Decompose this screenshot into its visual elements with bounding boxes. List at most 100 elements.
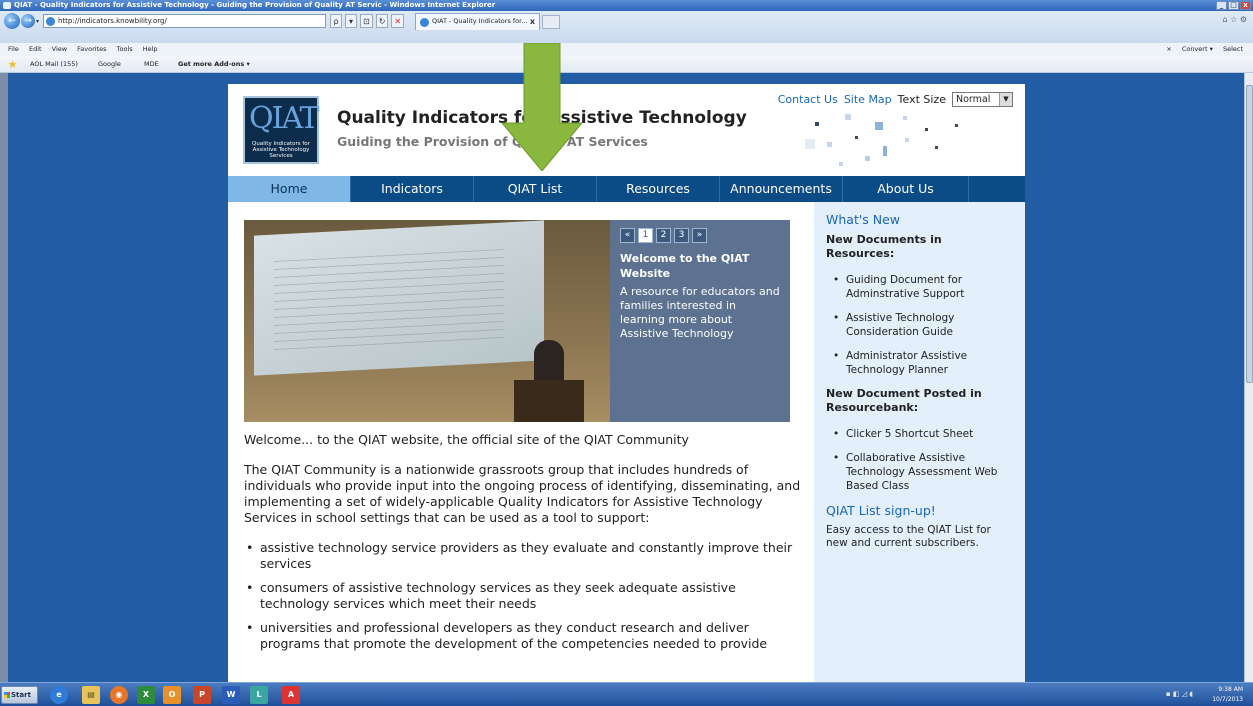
site-header: QIAT Quality Indicators for Assistive Te… [228, 84, 1025, 176]
clock-date: 10/7/2013 [1212, 696, 1243, 703]
welcome-text: Welcome... to the QIAT website, the offi… [244, 432, 689, 447]
utility-links: Contact Us Site Map Text Size Normal ▼ [778, 92, 1013, 107]
menu-tools[interactable]: Tools [117, 43, 133, 56]
fav-mde[interactable]: MDE [144, 56, 159, 73]
qiat-logo[interactable]: QIAT Quality Indicators for Assistive Te… [243, 96, 319, 164]
favorites-star-icon[interactable] [8, 60, 17, 69]
clock-time: 9:38 AM [1218, 686, 1243, 693]
nav-home[interactable]: Home [228, 176, 351, 202]
doc-link-consideration-guide[interactable]: Assistive Technology Consideration Guide [826, 311, 1013, 339]
excel-taskbar-icon[interactable]: X [137, 686, 155, 704]
convert-button[interactable]: Convert ▾ [1182, 45, 1213, 53]
explorer-taskbar-icon[interactable]: ▤ [82, 686, 100, 704]
signup-text: Easy access to the QIAT List for new and… [826, 524, 991, 549]
powerpoint-taskbar-icon[interactable]: P [193, 686, 211, 704]
start-button[interactable]: Start [1, 686, 38, 704]
featured-slider: « 1 2 3 » Welcome to the QIAT Website A … [244, 220, 790, 422]
windows-flag-icon [4, 692, 10, 698]
ie-taskbar-icon[interactable]: e [50, 686, 68, 704]
new-tab-button[interactable] [542, 15, 560, 29]
select-button[interactable]: Select [1223, 45, 1243, 53]
slide-2-button[interactable]: 2 [656, 228, 671, 243]
qiat-site: QIAT Quality Indicators for Assistive Te… [228, 84, 1025, 682]
word-taskbar-icon[interactable]: W [222, 686, 240, 704]
window-titlebar: QIAT - Quality Indicators for Assistive … [0, 0, 1253, 11]
main-nav: Home Indicators QIAT List Resources Anno… [228, 176, 1025, 202]
page-viewport: QIAT Quality Indicators for Assistive Te… [8, 74, 1244, 682]
media-player-taskbar-icon[interactable]: ◉ [110, 686, 128, 704]
lync-taskbar-icon[interactable]: L [250, 686, 268, 704]
search-icon[interactable]: ρ [330, 14, 342, 28]
window-controls: _ □ x [1216, 1, 1251, 10]
support-list: assistive technology service providers a… [244, 540, 804, 652]
slide-prev-button[interactable]: « [620, 228, 635, 243]
nav-announcements[interactable]: Announcements [720, 176, 843, 202]
browser-navbar: ← → ▾ http://indicators.knowbility.org/ … [0, 11, 1253, 43]
system-tray-icons[interactable]: ▪ ◧ ◿ ◖ [1166, 690, 1193, 698]
history-dropdown-icon[interactable]: ▾ [36, 18, 39, 25]
qiat-list-signup-link[interactable]: QIAT List sign-up! [826, 503, 1013, 518]
doc-link-administrator-planner[interactable]: Administrator Assistive Technology Plann… [826, 349, 1013, 377]
menu-favorites[interactable]: Favorites [77, 43, 106, 56]
chevron-down-icon: ▼ [999, 93, 1012, 106]
slide-photo [244, 220, 610, 422]
nav-resources[interactable]: Resources [597, 176, 720, 202]
fav-google[interactable]: Google [98, 56, 121, 73]
intro-text: The QIAT Community is a nationwide grass… [244, 462, 801, 525]
slide-text: A resource for educators and families in… [620, 285, 780, 340]
taskbar: Start e ▤ ◉ X O P W L A ▪ ◧ ◿ ◖ 9:38 AM … [0, 682, 1253, 706]
doc-link-guiding-document[interactable]: Guiding Document for Adminstrative Suppo… [826, 273, 1013, 301]
logo-mark: QIAT [249, 101, 319, 136]
slide-title: Welcome to the QIAT Website [620, 252, 750, 280]
page-favicon-icon [46, 17, 55, 26]
fav-get-addons[interactable]: Get more Add-ons ▾ [178, 56, 250, 73]
maximize-button[interactable]: □ [1228, 1, 1239, 10]
back-button[interactable]: ← [4, 13, 20, 29]
menu-file[interactable]: File [8, 43, 19, 56]
forward-button[interactable]: → [21, 14, 35, 28]
scrollbar-thumb[interactable] [1246, 85, 1253, 383]
slide-caption-panel: « 1 2 3 » Welcome to the QIAT Website A … [610, 220, 790, 422]
text-size-select[interactable]: Normal ▼ [952, 92, 1013, 107]
close-window-button[interactable]: x [1240, 1, 1251, 10]
home-favorites-tools-icons[interactable]: ⌂ ☆ ⚙ [1222, 15, 1247, 24]
minimize-button[interactable]: _ [1216, 1, 1227, 10]
new-documents-list: Guiding Document for Adminstrative Suppo… [826, 273, 1013, 377]
list-item: universities and professional developers… [244, 620, 804, 652]
address-dropdown-icon[interactable]: ▾ [345, 14, 357, 28]
menu-view[interactable]: View [52, 43, 67, 56]
outlook-taskbar-icon[interactable]: O [163, 686, 181, 704]
slide-3-button[interactable]: 3 [674, 228, 689, 243]
page-scrollbar[interactable] [1244, 73, 1253, 682]
site-tagline: Guiding the Provision of Quality AT Serv… [337, 134, 648, 149]
address-url: http://indicators.knowbility.org/ [58, 17, 167, 25]
tab-close-icon[interactable]: x [530, 14, 535, 29]
site-map-link[interactable]: Site Map [844, 93, 892, 106]
doc-link-collaborative-class[interactable]: Collaborative Assistive Technology Asses… [826, 451, 1013, 493]
clock[interactable]: 9:38 AM 10/7/2013 [1212, 683, 1243, 706]
address-bar[interactable]: http://indicators.knowbility.org/ [43, 14, 326, 28]
favorites-bar: AOL Mail (155) Google MDE Get more Add-o… [0, 56, 1253, 73]
slide-1-button[interactable]: 1 [638, 228, 653, 243]
nav-qiat-list[interactable]: QIAT List [474, 176, 597, 202]
fav-aol-mail[interactable]: AOL Mail (155) [30, 56, 78, 73]
compat-view-icon[interactable]: ⊡ [360, 14, 373, 28]
menu-edit[interactable]: Edit [29, 43, 42, 56]
acrobat-taskbar-icon[interactable]: A [282, 686, 300, 704]
nav-indicators[interactable]: Indicators [351, 176, 474, 202]
stop-icon[interactable]: ✕ [391, 14, 405, 28]
menu-help[interactable]: Help [143, 43, 158, 56]
start-label: Start [11, 691, 31, 699]
window-left-edge [0, 73, 8, 682]
doc-link-clicker-5[interactable]: Clicker 5 Shortcut Sheet [826, 427, 1013, 441]
slide-next-button[interactable]: » [692, 228, 707, 243]
contact-us-link[interactable]: Contact Us [778, 93, 838, 106]
text-size-value: Normal [956, 94, 991, 105]
tab-favicon-icon [420, 18, 429, 27]
whats-new-heading: What's New [826, 212, 901, 227]
browser-tab-active[interactable]: QIAT - Quality Indicators for... x [415, 13, 540, 30]
toolbar-close-icon[interactable]: × [1166, 45, 1171, 53]
refresh-icon[interactable]: ↻ [375, 14, 389, 28]
logo-text: Quality Indicators for Assistive Technol… [252, 141, 310, 159]
nav-about-us[interactable]: About Us [843, 176, 969, 202]
